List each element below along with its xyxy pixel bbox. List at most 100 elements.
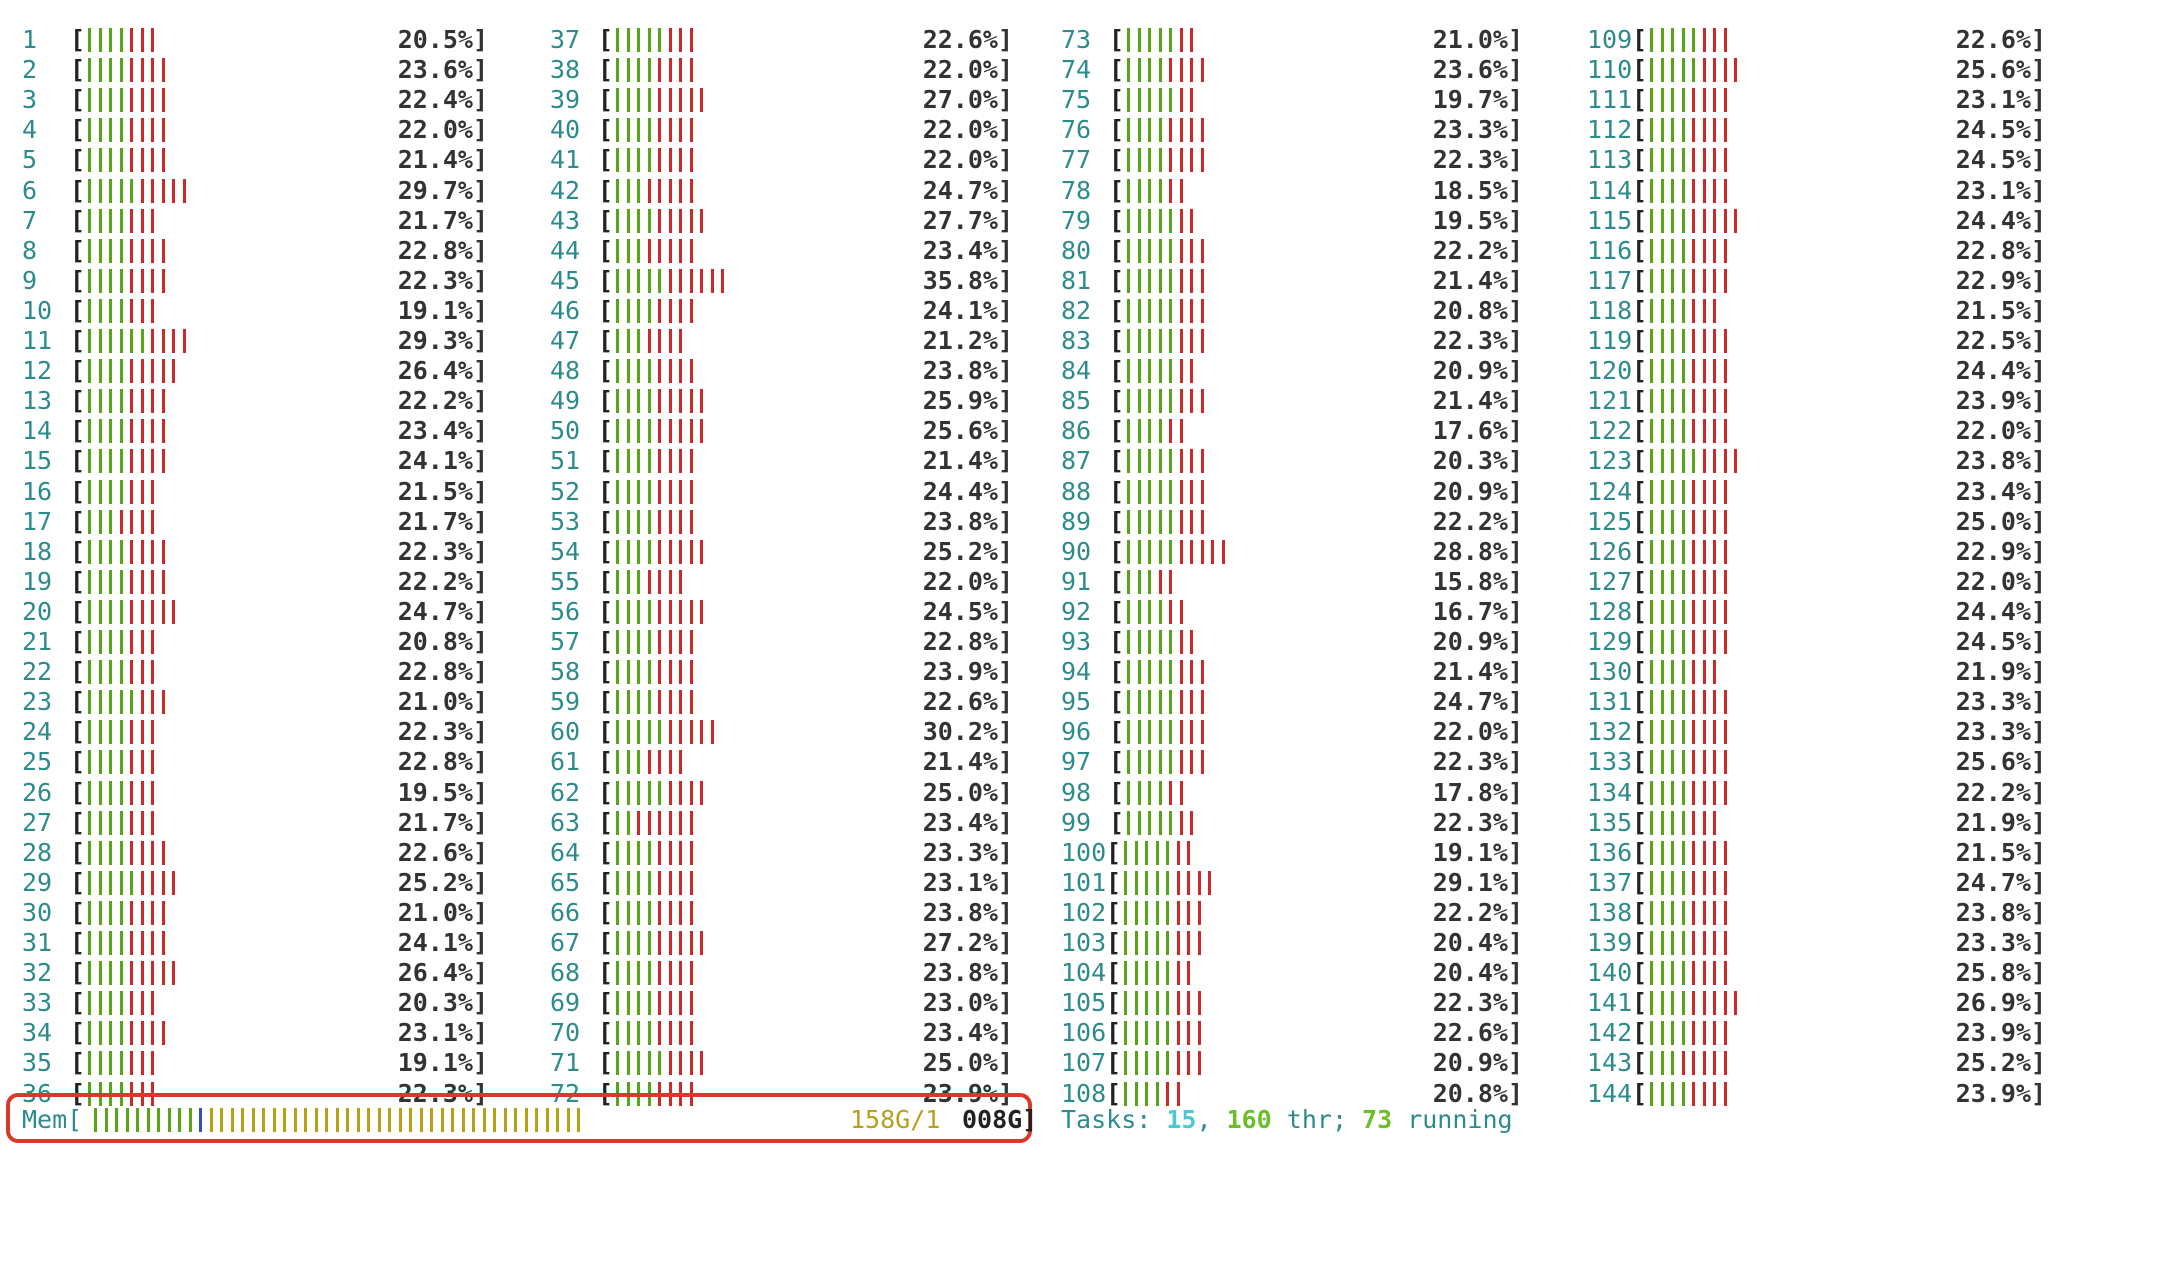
cpu-percent: 22.3%] (1432, 326, 1523, 355)
cpu-meter-open-bracket: [ (598, 566, 614, 596)
cpu-index: 33 (22, 988, 53, 1018)
cpu-bar-kernel (1200, 660, 1204, 685)
cpu-bar-kernel (679, 118, 682, 143)
cpu-meter-row: 123[23.8%] (1587, 446, 2046, 476)
cpu-bar-kernel (140, 1051, 144, 1076)
cpu-bar-kernel (130, 840, 133, 865)
cpu-bar-normal (616, 1021, 619, 1046)
cpu-bar-normal (658, 780, 661, 805)
cpu-bar-normal (88, 690, 91, 715)
cpu-meter-open-bracket: [ (598, 928, 614, 957)
cpu-bar-kernel (151, 148, 154, 173)
cpu-percent: 22.3%] (1432, 988, 1523, 1018)
cpu-index: 23 (22, 687, 53, 717)
cpu-bar-normal (109, 539, 112, 564)
cpu-bar-normal (1692, 449, 1695, 474)
cpu-bar-normal (98, 1021, 102, 1046)
cpu-meter-row: 46[24.1%] (550, 296, 1013, 326)
cpu-bar-normal (119, 931, 123, 955)
cpu-bar-kernel (668, 1051, 672, 1076)
cpu-bar-kernel (130, 660, 133, 685)
cpu-bar-kernel (689, 148, 693, 173)
cpu-index: 122 (1587, 416, 1633, 446)
cpu-bar-kernel (1713, 419, 1716, 444)
cpu-bar-normal (1127, 810, 1130, 835)
cpu-bar-normal (1169, 268, 1172, 293)
cpu-percent: 25.2%] (397, 867, 488, 897)
cpu-bar-kernel (658, 238, 661, 263)
cpu-meter-open-bracket: [ (598, 55, 614, 85)
cpu-percent: 22.8%] (397, 657, 488, 687)
cpu-meter-open-bracket: [ (598, 175, 614, 205)
cpu-bar-kernel (161, 900, 165, 925)
cpu-percent: 22.0%] (922, 115, 1013, 145)
cpu-bar-kernel (172, 599, 175, 624)
cpu-meter-open-bracket: [ (1109, 85, 1125, 115)
cpu-meter-open-bracket: [ (1109, 596, 1125, 626)
cpu-index: 113 (1587, 145, 1633, 175)
cpu-bar-normal (647, 690, 651, 715)
cpu-percent: 20.9%] (1432, 356, 1523, 386)
cpu-index: 9 (22, 265, 38, 295)
cpu-bar-kernel (679, 599, 682, 624)
cpu-index: 111 (1587, 85, 1633, 115)
cpu-bar-kernel (1702, 238, 1706, 263)
cpu-meter-row: 78[18.5%] (1061, 176, 1523, 206)
cpu-percent: 20.5%] (397, 25, 488, 54)
memory-bar-cache (220, 1108, 223, 1132)
cpu-bar-kernel (1200, 238, 1204, 263)
cpu-meter-open-bracket: [ (70, 717, 86, 747)
cpu-bar-kernel (1713, 630, 1716, 654)
cpu-meter-row: 115[24.4%] (1587, 206, 2046, 236)
cpu-bar-normal (1681, 359, 1685, 384)
cpu-bar-normal (626, 961, 630, 986)
cpu-bar-kernel (689, 298, 693, 323)
cpu-index: 87 (1061, 446, 1092, 476)
cpu-bar-normal (1166, 961, 1169, 986)
cpu-bar-kernel (1197, 900, 1201, 925)
cpu-meter-open-bracket: [ (1632, 867, 1648, 897)
cpu-bar-kernel (1681, 1051, 1685, 1076)
memory-used-value: 158G/1 (850, 1105, 941, 1134)
cpu-bar-kernel (689, 58, 693, 83)
cpu-bar-kernel (1176, 991, 1180, 1016)
cpu-index: 13 (22, 386, 53, 416)
cpu-bar-kernel (679, 359, 682, 384)
cpu-percent: 24.4%] (1955, 596, 2046, 626)
cpu-percent: 21.0%] (397, 897, 488, 927)
cpu-meter-row: 119[22.5%] (1587, 326, 2046, 356)
cpu-bar-kernel (689, 690, 693, 715)
cpu-bar-normal (1137, 509, 1141, 534)
cpu-bar-normal (1137, 58, 1141, 83)
cpu-bar-kernel (1692, 1081, 1695, 1106)
cpu-bar-kernel (689, 178, 693, 203)
cpu-bar-kernel (140, 449, 144, 474)
cpu-bar-normal (98, 840, 102, 865)
cpu-bar-normal (1660, 599, 1664, 624)
cpu-bar-normal (637, 208, 640, 233)
cpu-bar-normal (109, 28, 112, 52)
cpu-bar-normal (616, 780, 619, 805)
cpu-bar-kernel (1702, 750, 1706, 775)
cpu-meter-row: 84[20.9%] (1061, 356, 1523, 386)
cpu-meter-open-bracket: [ (70, 356, 86, 386)
cpu-meter-open-bracket: [ (1632, 897, 1648, 927)
cpu-bar-kernel (130, 991, 133, 1016)
cpu-meter-row: 121[23.9%] (1587, 386, 2046, 416)
cpu-index: 11 (22, 326, 53, 355)
cpu-index: 18 (22, 536, 53, 566)
cpu-bar-normal (88, 329, 91, 353)
cpu-bar-normal (637, 961, 640, 986)
cpu-meter-open-bracket: [ (598, 657, 614, 687)
cpu-bar-kernel (668, 208, 672, 233)
cpu-meter-row: 103[20.4%] (1061, 928, 1523, 958)
cpu-percent: 27.7%] (922, 205, 1013, 235)
cpu-meter-open-bracket: [ (1109, 235, 1125, 265)
cpu-bar-kernel (1723, 28, 1727, 52)
cpu-bar-normal (109, 419, 112, 444)
cpu-bar-kernel (140, 961, 144, 986)
cpu-bar-normal (626, 148, 630, 173)
cpu-bar-normal (1681, 900, 1685, 925)
cpu-bar-normal (119, 810, 123, 835)
memory-bar-used (136, 1108, 139, 1132)
